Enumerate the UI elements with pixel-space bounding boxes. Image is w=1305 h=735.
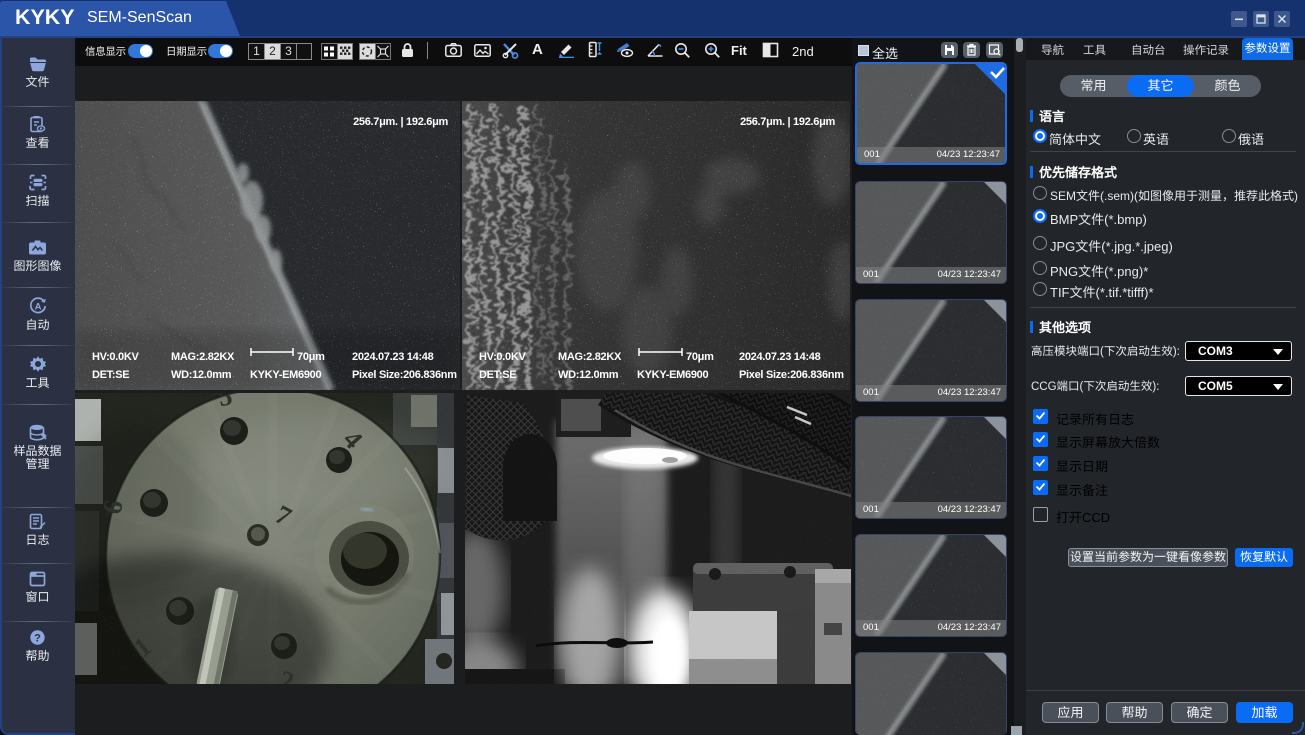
svg-text:70μm: 70μm (686, 351, 714, 363)
svg-text:HV:0.0KV: HV:0.0KV (92, 351, 139, 363)
svg-text:WD:12.0mm: WD:12.0mm (171, 369, 232, 381)
svg-text:Pixel Size:206.836nm: Pixel Size:206.836nm (352, 369, 457, 381)
svg-text:DET:SE: DET:SE (479, 369, 516, 381)
svg-text:MAG:2.82KX: MAG:2.82KX (171, 351, 235, 363)
svg-text:2024.07.23 14:48: 2024.07.23 14:48 (352, 351, 434, 363)
svg-text:KYKY-EM6900: KYKY-EM6900 (250, 369, 321, 381)
svg-text:2024.07.23 14:48: 2024.07.23 14:48 (739, 351, 821, 363)
svg-text:?: ? (34, 633, 41, 645)
svg-text:A: A (34, 302, 41, 313)
svg-text:MAG:2.82KX: MAG:2.82KX (558, 351, 622, 363)
svg-text:WD:12.0mm: WD:12.0mm (558, 369, 619, 381)
svg-text:DET:SE: DET:SE (92, 369, 129, 381)
svg-text:HV:0.0KV: HV:0.0KV (479, 351, 526, 363)
svg-text:KYKY-EM6900: KYKY-EM6900 (637, 369, 708, 381)
svg-text:Pixel Size:206.836nm: Pixel Size:206.836nm (739, 369, 844, 381)
svg-text:70μm: 70μm (297, 351, 325, 363)
svg-text:256.7μm. | 192.6μm: 256.7μm. | 192.6μm (740, 116, 835, 128)
svg-text:256.7μm. | 192.6μm: 256.7μm. | 192.6μm (353, 116, 448, 128)
